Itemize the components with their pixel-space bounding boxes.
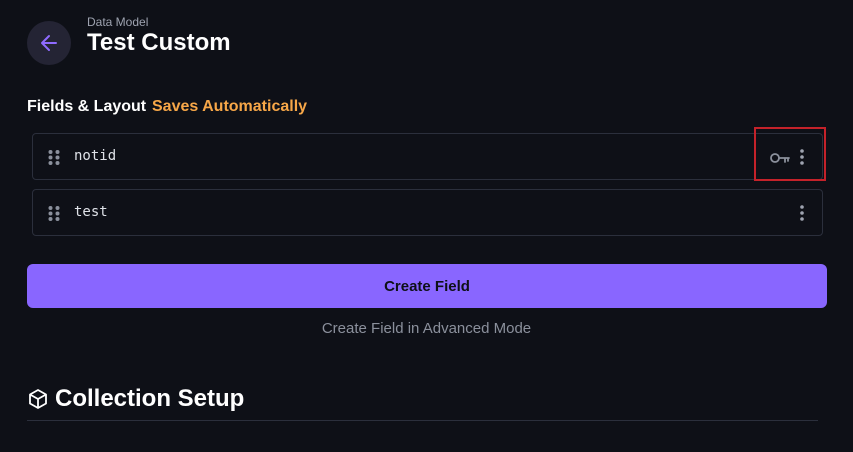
cube-icon xyxy=(29,389,47,409)
create-field-button[interactable]: Create Field xyxy=(27,264,827,308)
collection-setup-header: Collection Setup xyxy=(27,385,244,413)
divider xyxy=(27,420,818,421)
page-title: Test Custom xyxy=(87,29,231,56)
field-row-test[interactable]: test xyxy=(32,189,823,236)
back-button[interactable] xyxy=(27,21,71,65)
collection-setup-title: Collection Setup xyxy=(55,385,245,412)
more-vertical-icon[interactable] xyxy=(798,205,806,221)
field-row-notid[interactable]: notid xyxy=(32,133,823,180)
fields-layout-label: Fields & Layout xyxy=(27,98,147,115)
key-icon xyxy=(770,151,790,163)
drag-handle-icon[interactable] xyxy=(48,150,60,165)
data-model-page: Data Model Test Custom Fields & Layout S… xyxy=(0,0,853,452)
create-field-advanced-link[interactable]: Create Field in Advanced Mode xyxy=(0,320,853,337)
field-name: test xyxy=(74,204,108,220)
arrow-left-icon xyxy=(41,35,57,51)
drag-handle-icon[interactable] xyxy=(48,206,60,221)
more-vertical-icon[interactable] xyxy=(798,149,806,165)
field-name: notid xyxy=(74,148,117,164)
breadcrumb: Data Model xyxy=(87,15,149,29)
saves-automatically-label: Saves Automatically xyxy=(152,98,308,115)
